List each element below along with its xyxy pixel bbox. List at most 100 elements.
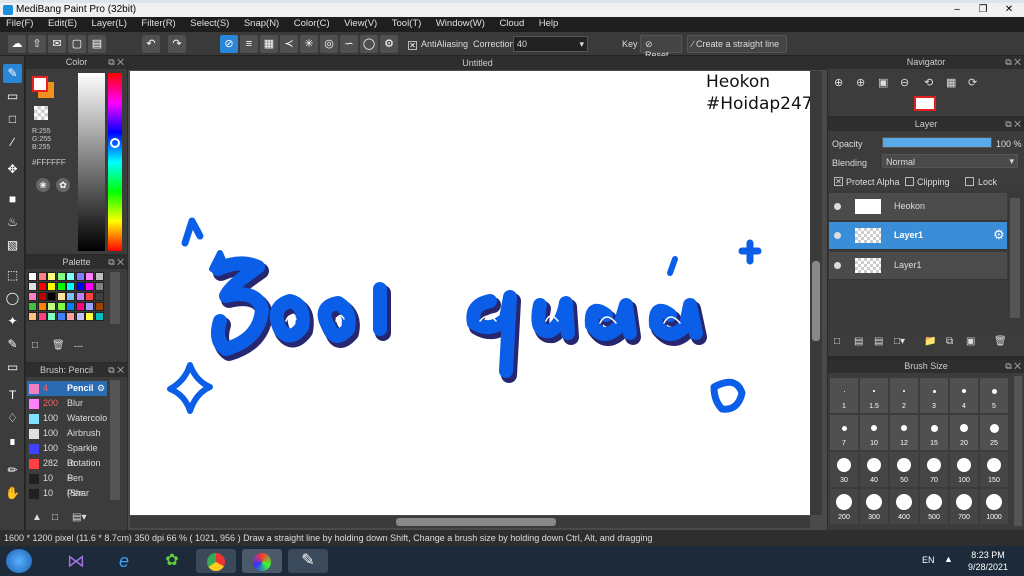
brush-size-option[interactable]: 50 [890, 452, 918, 487]
select-tool-icon[interactable]: ⬚ [3, 266, 22, 285]
transparent-swatch[interactable] [34, 106, 48, 120]
palette-swatch[interactable] [28, 302, 37, 311]
undo-button[interactable]: ↶ [142, 35, 160, 53]
parallel-snap-icon[interactable]: ≡ [240, 35, 258, 53]
brush-size-option[interactable]: 200 [830, 489, 858, 524]
palette-swatch[interactable] [66, 272, 75, 281]
gradient-tool-icon[interactable]: ▧ [3, 236, 22, 255]
zoom-in-plus-icon[interactable]: ⊕ [856, 76, 865, 89]
eyedropper-tool-icon[interactable]: ∎ [3, 432, 22, 451]
brush-size-option[interactable]: 5 [980, 378, 1008, 413]
brush-size-option[interactable]: 500 [920, 489, 948, 524]
palette-swatch[interactable] [37, 302, 47, 311]
palette-swatch[interactable] [94, 302, 104, 311]
pen-tool-icon[interactable]: ✏ [3, 461, 22, 480]
palette-swatch[interactable] [66, 292, 75, 301]
radial-snap-icon[interactable]: ✳ [300, 35, 318, 53]
new-8bit-layer-icon[interactable]: ▤ [874, 336, 883, 347]
hue-slider[interactable] [108, 73, 122, 251]
hand-tool-icon[interactable]: ✋ [3, 484, 22, 503]
layer-row-layer1-selected[interactable]: Layer1 ⚙ [829, 222, 1007, 250]
canvas-horizontal-scrollbar[interactable] [130, 516, 810, 528]
document-tab[interactable]: Untitled [128, 56, 827, 70]
menu-view[interactable]: View(V) [338, 17, 383, 30]
brush-scrollbar[interactable] [110, 380, 120, 500]
canvas-vertical-scrollbar[interactable] [810, 71, 822, 515]
color-swap-icon[interactable]: ✿ [56, 178, 70, 192]
gear-icon[interactable]: ⚙ [97, 381, 105, 396]
clock[interactable]: 8:23 PM 9/28/2021 [958, 549, 1018, 573]
lock-checkbox[interactable] [965, 177, 974, 186]
brush-item-pen[interactable]: 10 Pen [27, 486, 107, 501]
palette-swatch[interactable] [56, 302, 66, 311]
panel-controls-icon[interactable]: ⧉ ✕ [1005, 118, 1021, 131]
vertical-scroll-thumb[interactable] [812, 261, 820, 341]
brush-size-option[interactable]: 4 [950, 378, 978, 413]
internet-explorer-icon[interactable]: e [104, 549, 144, 573]
brush-size-option[interactable]: 400 [890, 489, 918, 524]
palette-swatch[interactable] [56, 312, 66, 321]
new-palette-icon[interactable]: □ [32, 340, 38, 351]
palette-swatch[interactable] [94, 292, 104, 301]
palette-swatch[interactable] [85, 282, 94, 291]
menu-window[interactable]: Window(W) [430, 17, 491, 30]
clipping-checkbox[interactable] [905, 177, 914, 186]
menu-color[interactable]: Color(C) [288, 17, 336, 30]
antialias-checkbox[interactable]: ✕ [408, 41, 417, 50]
palette-swatch[interactable] [28, 282, 37, 291]
new-brush-icon[interactable]: □ [52, 512, 58, 523]
brush-tool-icon[interactable]: ✎ [3, 64, 22, 83]
fit-icon[interactable]: ▣ [878, 76, 888, 89]
brush-size-option[interactable]: 20 [950, 415, 978, 450]
brush-size-option[interactable]: 3 [920, 378, 948, 413]
start-button[interactable] [6, 549, 32, 573]
menu-snap[interactable]: Snap(N) [238, 17, 285, 30]
menu-layer[interactable]: Layer(L) [86, 17, 133, 30]
visual-studio-icon[interactable]: ⋈ [56, 549, 96, 573]
palette-swatch[interactable] [94, 312, 104, 321]
duplicate-layer-icon[interactable]: ⧉ [946, 336, 953, 347]
navigator-thumbnail[interactable] [914, 96, 936, 111]
document-icon[interactable]: ▤ [88, 35, 106, 53]
tray-arrow-icon[interactable]: ▲ [944, 554, 953, 564]
layer-row-layer1[interactable]: Layer1 [829, 252, 1007, 280]
add-layer-menu-icon[interactable]: □▾ [894, 336, 905, 347]
maximize-button[interactable]: ❐ [970, 3, 996, 17]
brightness-slider[interactable] [78, 73, 105, 251]
brush-size-option[interactable]: 100 [950, 452, 978, 487]
brush-size-option[interactable]: 25 [980, 415, 1008, 450]
opacity-slider[interactable] [882, 137, 992, 148]
brush-item-rotation[interactable]: 282 Rotation S [27, 456, 107, 483]
primary-color-front[interactable] [32, 76, 48, 92]
brush-size-option[interactable]: 70 [920, 452, 948, 487]
palette-swatch[interactable] [94, 282, 104, 291]
rotate-left-icon[interactable]: ⟲ [924, 76, 933, 89]
brush-size-option[interactable]: 30 [830, 452, 858, 487]
menu-edit[interactable]: Edit(E) [42, 17, 83, 30]
panel-controls-icon[interactable]: ⧉ ✕ [108, 56, 124, 69]
upload-brush-icon[interactable]: ▲ [32, 512, 42, 523]
trash-icon[interactable]: 🗑 [994, 336, 1007, 347]
palette-swatch[interactable] [56, 272, 66, 281]
bucket-tool-icon[interactable]: ♨ [3, 213, 22, 232]
panel-controls-icon[interactable]: ⧉ ✕ [108, 364, 124, 377]
menu-select[interactable]: Select(S) [184, 17, 235, 30]
palette-swatch[interactable] [75, 312, 85, 321]
palette-swatch[interactable] [66, 282, 75, 291]
brush-item-blur[interactable]: 200 Blur [27, 396, 107, 411]
comment-icon[interactable]: ✉ [48, 35, 66, 53]
fill-rect-tool-icon[interactable]: ■ [3, 190, 22, 209]
folder-icon[interactable]: 📁 [924, 336, 936, 347]
palette-swatch[interactable] [94, 272, 104, 281]
eraser-tool-icon[interactable]: ▭ [3, 87, 22, 106]
eye-icon[interactable] [834, 203, 841, 210]
menu-help[interactable]: Help [533, 17, 565, 30]
brush-item-pencil[interactable]: 4 Pencil ⚙ [27, 381, 107, 396]
new-halftone-layer-icon[interactable]: ▤ [854, 336, 863, 347]
circle-snap-icon[interactable]: ◯ [360, 35, 378, 53]
blending-select[interactable]: Normal ▾ [882, 154, 1018, 168]
brush-size-option[interactable]: 7 [830, 415, 858, 450]
panel-controls-icon[interactable]: ⧉ ✕ [108, 256, 124, 269]
palette-swatch[interactable] [75, 302, 85, 311]
palette-swatch[interactable] [47, 272, 56, 281]
